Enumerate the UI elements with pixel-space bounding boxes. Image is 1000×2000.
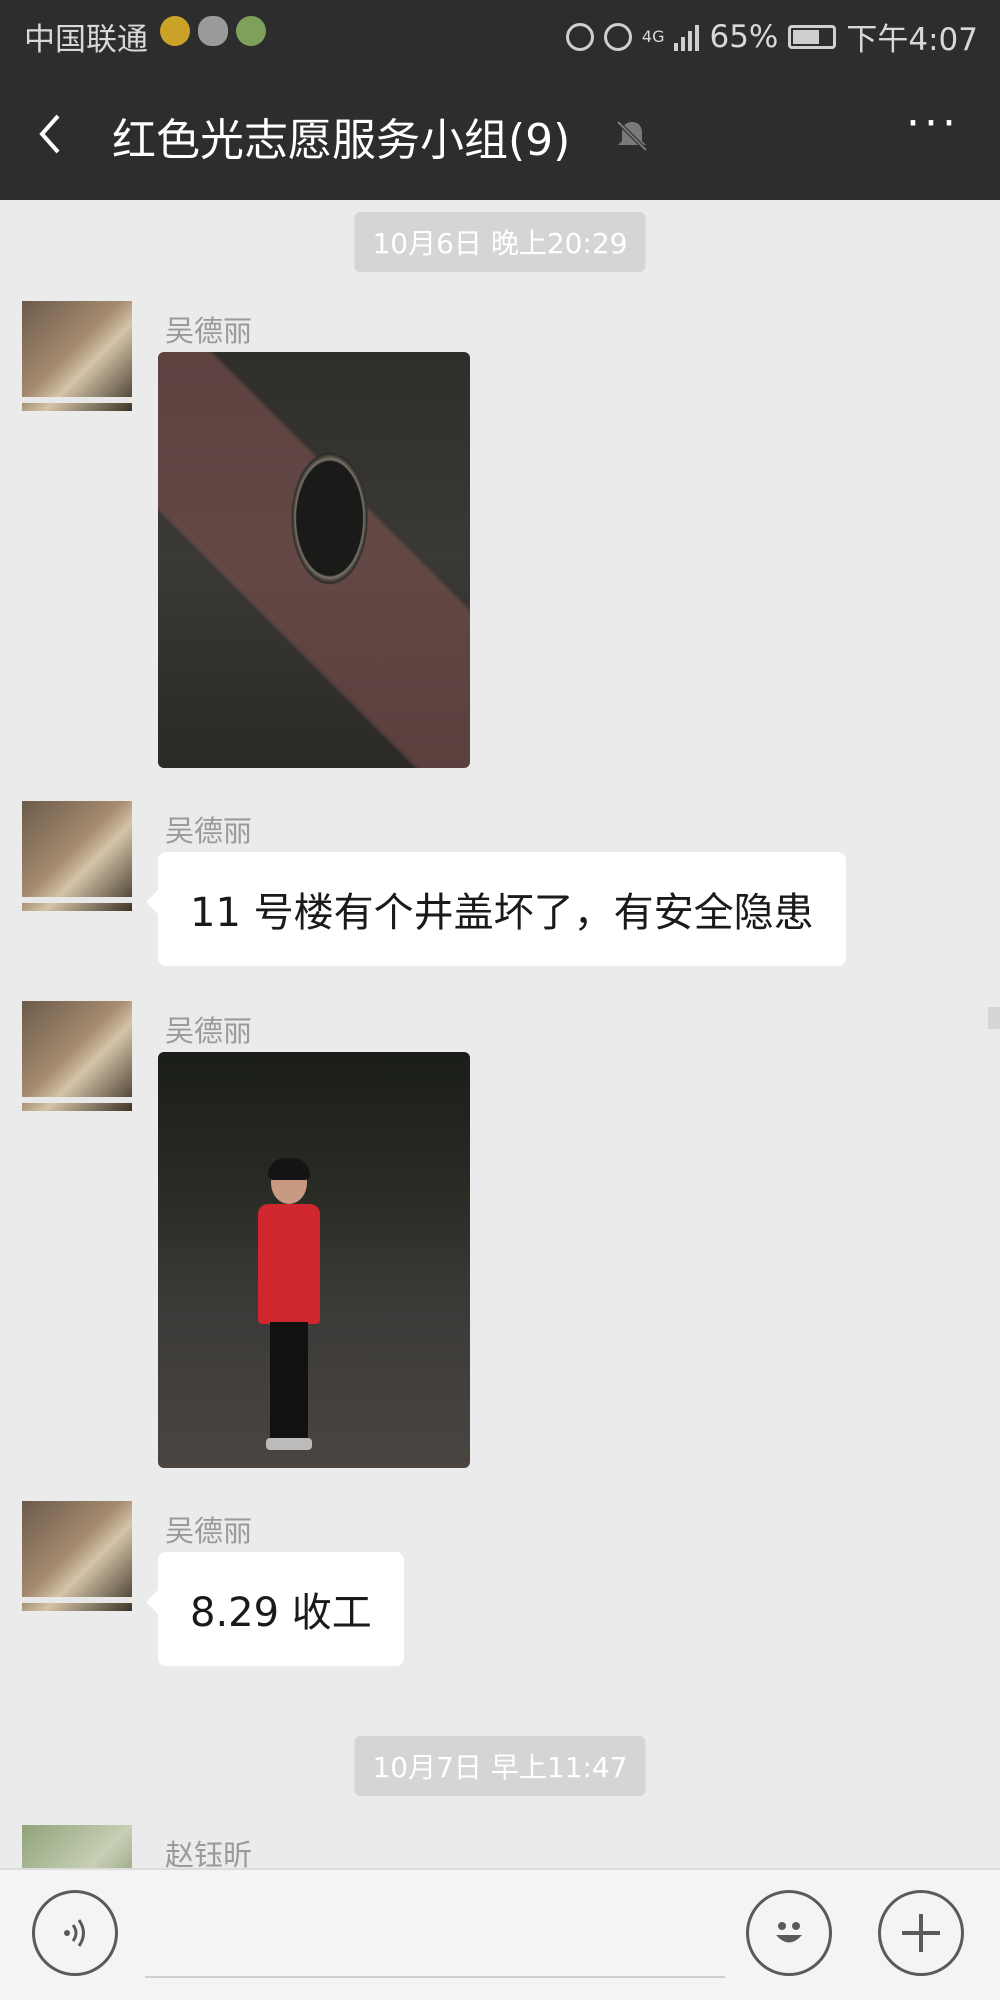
manhole-photo[interactable] [158,352,470,768]
sender-name: 吴德丽 [165,314,253,348]
message-input[interactable] [145,1904,725,1978]
plus-button[interactable] [878,1890,964,1976]
avatar[interactable] [22,1001,132,1111]
timestamp-chip: 10月6日 晚上20:29 [354,212,646,272]
chat-screen: 中国联通 4G 65% 下午4:07 红色光志愿服务小组(9) ··· 10月6… [0,0,1000,2000]
app-icon [236,16,266,46]
voice-icon [64,1919,85,1947]
timestamp-chip: 10月7日 早上11:47 [354,1736,646,1796]
wechat-icon [198,16,228,46]
hotspot-icon [565,22,594,51]
avatar[interactable] [22,801,132,911]
signal-icon [674,23,700,51]
emoji-icon [776,1922,802,1943]
status-bar: 中国联通 4G 65% 下午4:07 [0,0,1000,68]
chevron-left-icon [39,114,60,154]
message-bubble[interactable]: 8.29 收工 [146,1552,404,1666]
chat-title[interactable]: 红色光志愿服务小组(9) [112,104,570,168]
status-app-icons [160,16,266,46]
more-button[interactable]: ··· [906,98,960,149]
clock: 下午4:07 [846,22,978,58]
network-label: 4G [641,27,665,46]
bell-muted-icon [616,120,648,152]
status-right: 4G 65% 下午4:07 [565,14,978,59]
mail-app-icon [160,16,190,46]
sender-name: 吴德丽 [165,1014,253,1048]
battery-percent: 65% [709,18,779,55]
back-button[interactable] [30,104,90,164]
carrier-label: 中国联通 [24,22,148,58]
voice-button[interactable] [32,1890,118,1976]
battery-icon [788,24,837,49]
sender-name: 吴德丽 [165,814,253,848]
message-bubble[interactable]: 11 号楼有个井盖坏了，有安全隐患 [146,852,846,966]
sender-name: 吴德丽 [165,1514,253,1548]
alarm-icon [603,22,632,51]
chat-header: 红色光志愿服务小组(9) ··· [0,68,1000,200]
scroll-indicator [988,1007,1000,1029]
volunteer-photo[interactable] [158,1052,470,1468]
input-bar [0,1868,1000,2000]
person-figure [254,1158,324,1462]
plus-icon [902,1914,940,1952]
avatar[interactable] [22,301,132,411]
emoji-button[interactable] [746,1890,832,1976]
avatar[interactable] [22,1501,132,1611]
